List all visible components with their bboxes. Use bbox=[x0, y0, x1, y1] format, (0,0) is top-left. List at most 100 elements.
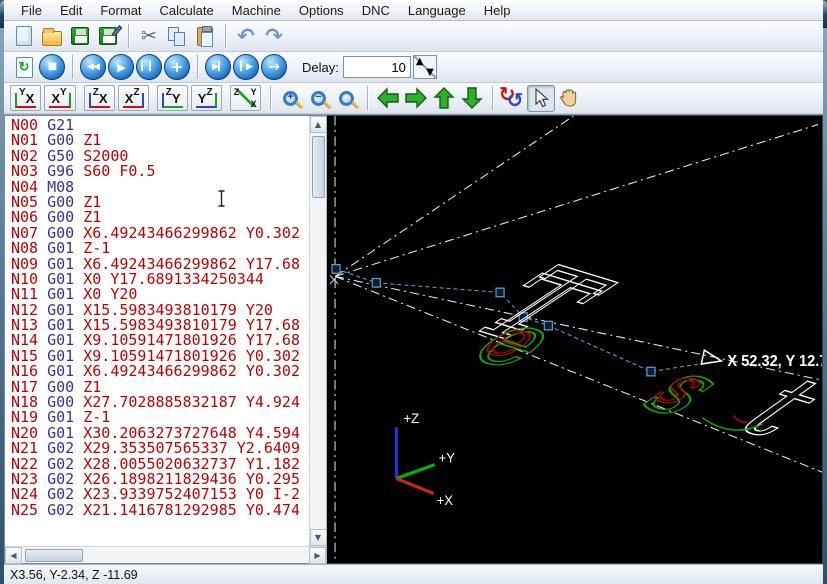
view-toolbar: YX XY ZX XZ ZY YZ Z Y X + − ↻ ↺ bbox=[4, 82, 823, 114]
gcode-editor-panel[interactable]: N00 G21 N01 G00 Z1 N02 G50 S2000 N03 G96 S6… bbox=[4, 115, 327, 564]
playback-toolbar: ↻ ■ ◀◀ ▶ ▎▎ + ▶▎ ▎▶ → Delay: ▲ ▼ bbox=[4, 52, 823, 83]
pause-icon: ▎▎ bbox=[136, 54, 162, 80]
paste-button[interactable] bbox=[191, 23, 219, 50]
delay-label: Delay: bbox=[302, 59, 339, 75]
delay-spinner[interactable]: ▲ ▼ bbox=[412, 55, 437, 79]
view-xy-button[interactable]: XY bbox=[44, 85, 76, 111]
backplot-canvas: T T e e s s t X 52.32, Y 12.7 +Z +Y +X bbox=[329, 116, 822, 563]
editor-horizontal-scrollbar[interactable]: ◀ ▶ bbox=[5, 546, 326, 564]
menu-file[interactable]: File bbox=[12, 1, 51, 20]
spinner-down-icon[interactable]: ▼ bbox=[426, 67, 434, 78]
scroll-down-icon[interactable]: ▼ bbox=[309, 529, 326, 546]
stop-button[interactable]: ■ bbox=[38, 54, 66, 81]
step-button[interactable]: ▎▶ bbox=[232, 54, 260, 81]
menu-edit[interactable]: Edit bbox=[51, 1, 91, 20]
cut-button[interactable]: ✂ bbox=[135, 23, 163, 50]
up-arrow-icon bbox=[432, 87, 455, 109]
backplot-viewport[interactable]: T T e e s s t X 52.32, Y 12.7 +Z +Y +X bbox=[327, 115, 823, 564]
new-file-button[interactable] bbox=[10, 23, 38, 50]
pause-button[interactable]: ▎▎ bbox=[135, 54, 163, 81]
save-button[interactable] bbox=[66, 23, 94, 50]
view-yx-button[interactable]: YX bbox=[10, 85, 42, 111]
rotate-icon: ↻ ↺ bbox=[498, 82, 524, 112]
reload-page-icon: ↻ bbox=[15, 56, 33, 78]
plus-icon: + bbox=[164, 54, 190, 80]
text-cursor bbox=[217, 190, 226, 212]
cursor-arrow-icon bbox=[535, 88, 549, 108]
select-cursor-button[interactable] bbox=[526, 84, 555, 112]
copy-icon bbox=[168, 26, 186, 46]
menu-calculate[interactable]: Calculate bbox=[151, 1, 223, 20]
editor-vertical-scrollbar[interactable]: ▲ ▼ bbox=[309, 116, 326, 546]
dash-dot-lines bbox=[334, 116, 822, 563]
open-file-button[interactable] bbox=[38, 23, 66, 50]
view-zx-button[interactable]: ZX bbox=[83, 85, 115, 111]
save-as-icon bbox=[99, 25, 123, 45]
hand-icon bbox=[559, 89, 576, 107]
axis-y-label: +Y bbox=[439, 450, 455, 465]
axis-triad: +Z +Y +X bbox=[394, 411, 455, 508]
vertical-scroll-thumb[interactable] bbox=[311, 136, 325, 198]
magnifier-icon bbox=[339, 90, 361, 110]
open-folder-icon bbox=[42, 27, 62, 46]
undo-button[interactable]: ↶ bbox=[232, 23, 260, 50]
zoom-out-button[interactable]: − bbox=[305, 85, 333, 112]
view-zy-button[interactable]: ZY bbox=[156, 85, 188, 111]
add-button[interactable]: + bbox=[163, 54, 191, 81]
main-area: N00 G21 N01 G00 Z1 N02 G50 S2000 N03 G96 S6… bbox=[4, 114, 823, 564]
right-arrow-icon bbox=[404, 87, 427, 109]
redo-button[interactable]: ↷ bbox=[260, 23, 288, 50]
menu-help[interactable]: Help bbox=[475, 1, 520, 20]
skip-end-icon: ▶▎ bbox=[205, 54, 231, 80]
svg-text:X 52.32, Y 12.7: X 52.32, Y 12.7 bbox=[727, 353, 822, 371]
zoom-out-icon: − bbox=[311, 90, 333, 110]
pan-left-button[interactable] bbox=[374, 85, 402, 112]
menu-dnc[interactable]: DNC bbox=[353, 1, 399, 20]
go-to-start-button[interactable]: ◀◀ bbox=[79, 54, 107, 81]
stop-icon: ■ bbox=[39, 54, 65, 80]
go-to-end-button[interactable]: ▶▎ bbox=[204, 54, 232, 81]
coordinate-readout: X3.56, Y-2.34, Z -11.69 bbox=[10, 567, 138, 582]
spinner-up-icon[interactable]: ▲ bbox=[416, 56, 424, 67]
scroll-right-icon[interactable]: ▶ bbox=[309, 546, 326, 564]
app-window: CAD-KAS CNC Backplot Editor 1.0 - [font.… bbox=[0, 0, 827, 584]
view-yz-button[interactable]: YZ bbox=[190, 85, 222, 111]
clipboard-icon bbox=[197, 25, 213, 47]
gcode-line: N25 G02 X21.1416781292985 Y0.474 bbox=[11, 500, 300, 519]
skip-start-icon: ◀◀ bbox=[80, 54, 106, 80]
view-xz-button[interactable]: XZ bbox=[117, 85, 149, 111]
scroll-left-icon[interactable]: ◀ bbox=[5, 546, 22, 564]
status-bar: X3.56, Y-2.34, Z -11.69 bbox=[4, 564, 823, 584]
menu-machine[interactable]: Machine bbox=[223, 1, 290, 20]
new-file-icon bbox=[16, 26, 32, 46]
forward-button[interactable]: → bbox=[260, 54, 288, 81]
delay-input[interactable] bbox=[342, 56, 411, 78]
copy-button[interactable] bbox=[163, 23, 191, 50]
pan-right-button[interactable] bbox=[402, 85, 430, 112]
play-button[interactable]: ▶ bbox=[107, 54, 135, 81]
down-arrow-icon bbox=[460, 87, 483, 109]
view-3d-button[interactable]: Z Y X bbox=[229, 85, 261, 111]
zoom-button[interactable] bbox=[333, 85, 361, 112]
pan-up-button[interactable] bbox=[430, 85, 458, 112]
left-arrow-icon bbox=[376, 87, 399, 109]
rotate-view-button[interactable]: ↻ ↺ bbox=[498, 82, 527, 112]
step-icon: ▎▶ bbox=[233, 54, 259, 80]
forward-arrow-icon: → bbox=[261, 54, 287, 80]
redo-arrow-icon: ↷ bbox=[265, 24, 283, 48]
menu-format[interactable]: Format bbox=[91, 1, 150, 20]
menu-bar: File Edit Format Calculate Machine Optio… bbox=[4, 0, 823, 21]
undo-arrow-icon: ↶ bbox=[237, 24, 255, 48]
reset-backplot-button[interactable]: ↻ bbox=[10, 54, 38, 81]
scroll-up-icon[interactable]: ▲ bbox=[309, 116, 326, 133]
play-icon: ▶ bbox=[108, 54, 134, 80]
gcode-lines[interactable]: N00 G21 N01 G00 Z1 N02 G50 S2000 N03 G96 S6… bbox=[5, 116, 309, 546]
pan-hand-button[interactable] bbox=[555, 85, 583, 112]
zoom-in-icon: + bbox=[283, 90, 305, 110]
zoom-in-button[interactable]: + bbox=[277, 85, 305, 112]
horizontal-scroll-thumb[interactable] bbox=[25, 548, 83, 562]
menu-language[interactable]: Language bbox=[399, 1, 475, 20]
pan-down-button[interactable] bbox=[458, 85, 486, 112]
save-as-button[interactable] bbox=[94, 23, 123, 50]
menu-options[interactable]: Options bbox=[290, 1, 353, 20]
